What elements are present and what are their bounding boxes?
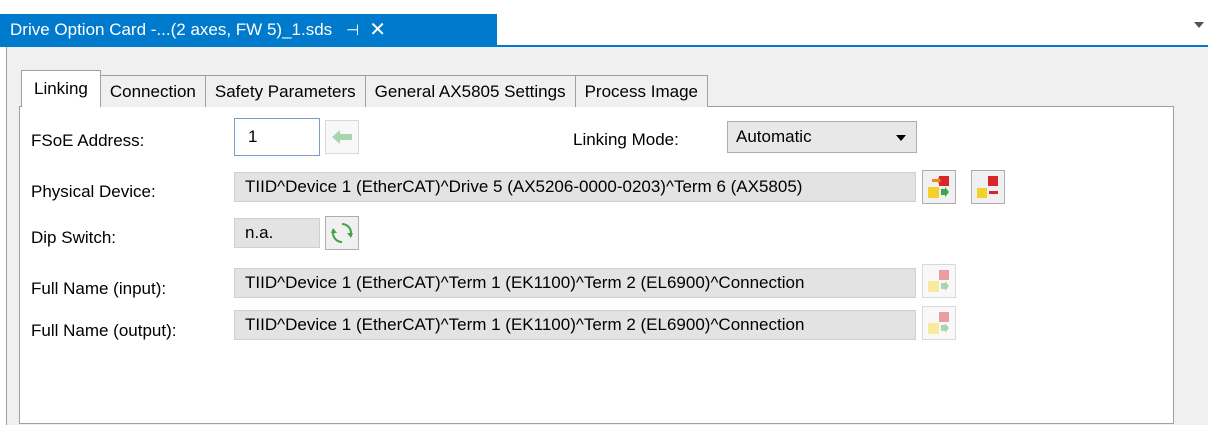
document-tab[interactable]: Drive Option Card -...(2 axes, FW 5)_1.s… [0,14,497,45]
select-physical-device-button[interactable] [922,170,956,204]
pin-icon[interactable]: ⊣ [346,21,359,39]
physical-device-label: Physical Device: [31,182,156,201]
link-device-icon [928,312,949,334]
tab-general-ax5805-settings[interactable]: General AX5805 Settings [364,75,576,107]
linking-mode-value: Automatic [736,127,812,146]
fsoe-address-input[interactable]: 1 [234,118,320,156]
refresh-icon [331,223,353,243]
link-device-icon [928,176,949,198]
chevron-down-icon [896,135,906,141]
tab-linking[interactable]: Linking [21,70,101,107]
tab-list-dropdown-icon[interactable] [1194,22,1204,28]
full-name-input-field[interactable]: TIID^Device 1 (EtherCAT)^Term 1 (EK1100)… [234,268,916,298]
set-address-button[interactable] [325,120,359,154]
unlink-physical-device-button[interactable] [971,170,1005,204]
tab-safety-parameters[interactable]: Safety Parameters [204,75,366,107]
link-device-icon [928,270,949,292]
document-tab-title: Drive Option Card -...(2 axes, FW 5)_1.s… [10,19,333,39]
tab-connection[interactable]: Connection [99,75,206,107]
full-name-input-label: Full Name (input): [31,279,167,298]
linking-tab-content [19,106,1174,424]
document-tab-strip: Drive Option Card -...(2 axes, FW 5)_1.s… [0,0,1208,45]
refresh-dip-switch-button[interactable] [325,216,359,250]
select-full-name-input-button[interactable] [922,264,956,298]
full-name-output-label: Full Name (output): [31,321,177,340]
dip-switch-field: n.a. [234,218,320,248]
dip-switch-label: Dip Switch: [31,228,117,247]
tab-process-image[interactable]: Process Image [574,75,708,107]
arrow-left-icon [332,130,352,144]
tab-bar: Linking Connection Safety Parameters Gen… [21,70,708,107]
linking-mode-label: Linking Mode: [573,130,679,149]
fsoe-address-label: FSoE Address: [31,131,145,150]
linking-mode-select[interactable]: Automatic [727,121,917,153]
physical-device-field[interactable]: TIID^Device 1 (EtherCAT)^Drive 5 (AX5206… [234,172,916,202]
close-icon[interactable]: ✕ [369,17,386,42]
unlink-device-icon [977,176,998,198]
full-name-output-field[interactable]: TIID^Device 1 (EtherCAT)^Term 1 (EK1100)… [234,310,916,340]
select-full-name-output-button[interactable] [922,306,956,340]
